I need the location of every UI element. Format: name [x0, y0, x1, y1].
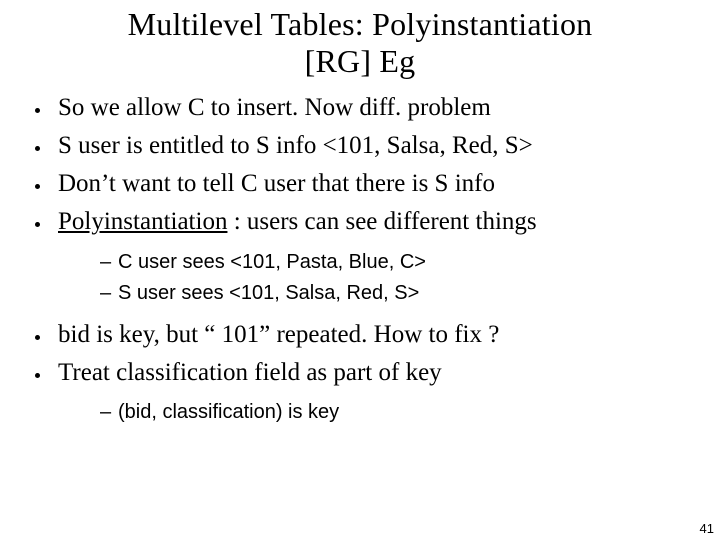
title-line-1: Multilevel Tables: Polyinstantiation — [128, 6, 593, 42]
page-number: 41 — [700, 521, 714, 536]
bullet-5: bid is key, but “ 101” repeated. How to … — [52, 317, 690, 353]
sub-list-2: (bid, classification) is key — [58, 397, 690, 428]
bullet-list: So we allow C to insert. Now diff. probl… — [0, 90, 720, 429]
sub-3: (bid, classification) is key — [100, 397, 690, 428]
title-line-2: [RG] Eg — [305, 43, 416, 79]
sub-list-1: C user sees <101, Pasta, Blue, C> S user… — [58, 247, 690, 309]
bullet-3: Don’t want to tell C user that there is … — [52, 166, 690, 202]
bullet-4-rest: : users can see different things — [227, 208, 536, 235]
bullet-6: Treat classification field as part of ke… — [52, 355, 690, 428]
slide-title: Multilevel Tables: Polyinstantiation [RG… — [0, 0, 720, 86]
sub-1: C user sees <101, Pasta, Blue, C> — [100, 247, 690, 278]
bullet-2: S user is entitled to S info <101, Salsa… — [52, 128, 690, 164]
sub-2: S user sees <101, Salsa, Red, S> — [100, 278, 690, 309]
bullet-6-text: Treat classification field as part of ke… — [58, 359, 442, 386]
bullet-1: So we allow C to insert. Now diff. probl… — [52, 90, 690, 126]
bullet-4: Polyinstantiation : users can see differ… — [52, 204, 690, 308]
bullet-4-term: Polyinstantiation — [58, 208, 227, 235]
slide: Multilevel Tables: Polyinstantiation [RG… — [0, 0, 720, 540]
